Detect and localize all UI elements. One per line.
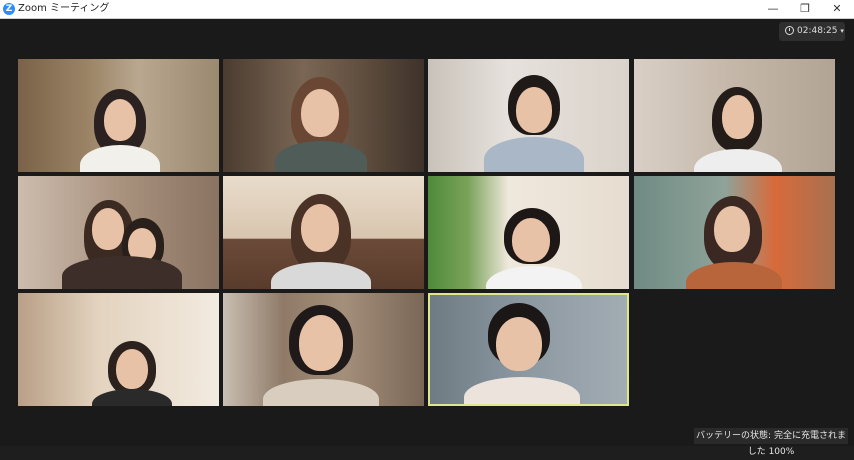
participant-video-tile[interactable] [223, 293, 424, 406]
participant-video-tile[interactable] [18, 59, 219, 172]
participant-video-tile[interactable] [223, 59, 424, 172]
meeting-timer[interactable]: 02:48:25 ▾ [779, 22, 845, 41]
participant-face [301, 204, 339, 252]
participant-face [512, 218, 550, 262]
timer-value: 02:48:25 [797, 26, 838, 36]
close-button[interactable]: ✕ [821, 0, 853, 18]
minimize-button[interactable]: — [757, 0, 789, 18]
participant-video-tile[interactable] [428, 59, 629, 172]
participant-video-tile[interactable] [634, 59, 835, 172]
clock-icon [785, 26, 794, 35]
participant-body [62, 256, 182, 289]
participant-face [116, 349, 148, 389]
participant-face [516, 87, 552, 133]
participant-face [722, 95, 754, 139]
participant-face [299, 315, 343, 371]
window-title: Zoom ミーティング [18, 3, 110, 14]
active-speaker-tile[interactable] [428, 293, 629, 406]
window-titlebar: Z Zoom ミーティング — ❐ ✕ [0, 0, 854, 19]
participant-face [301, 89, 339, 137]
participant-face [496, 317, 542, 371]
participant-video-tile[interactable] [18, 176, 219, 289]
chevron-down-icon[interactable]: ▾ [840, 27, 844, 35]
participant-face [714, 206, 750, 252]
participant-video-tile[interactable] [634, 176, 835, 289]
participant-video-tile[interactable] [18, 293, 219, 406]
zoom-logo-icon: Z [3, 3, 15, 15]
participant-face [92, 208, 124, 250]
battery-status-tooltip: バッテリーの状態: 完全に充電されました 100% [694, 428, 848, 457]
participant-video-tile[interactable] [428, 176, 629, 289]
restore-button[interactable]: ❐ [789, 0, 821, 18]
participant-face [104, 99, 136, 141]
participant-video-tile[interactable] [223, 176, 424, 289]
